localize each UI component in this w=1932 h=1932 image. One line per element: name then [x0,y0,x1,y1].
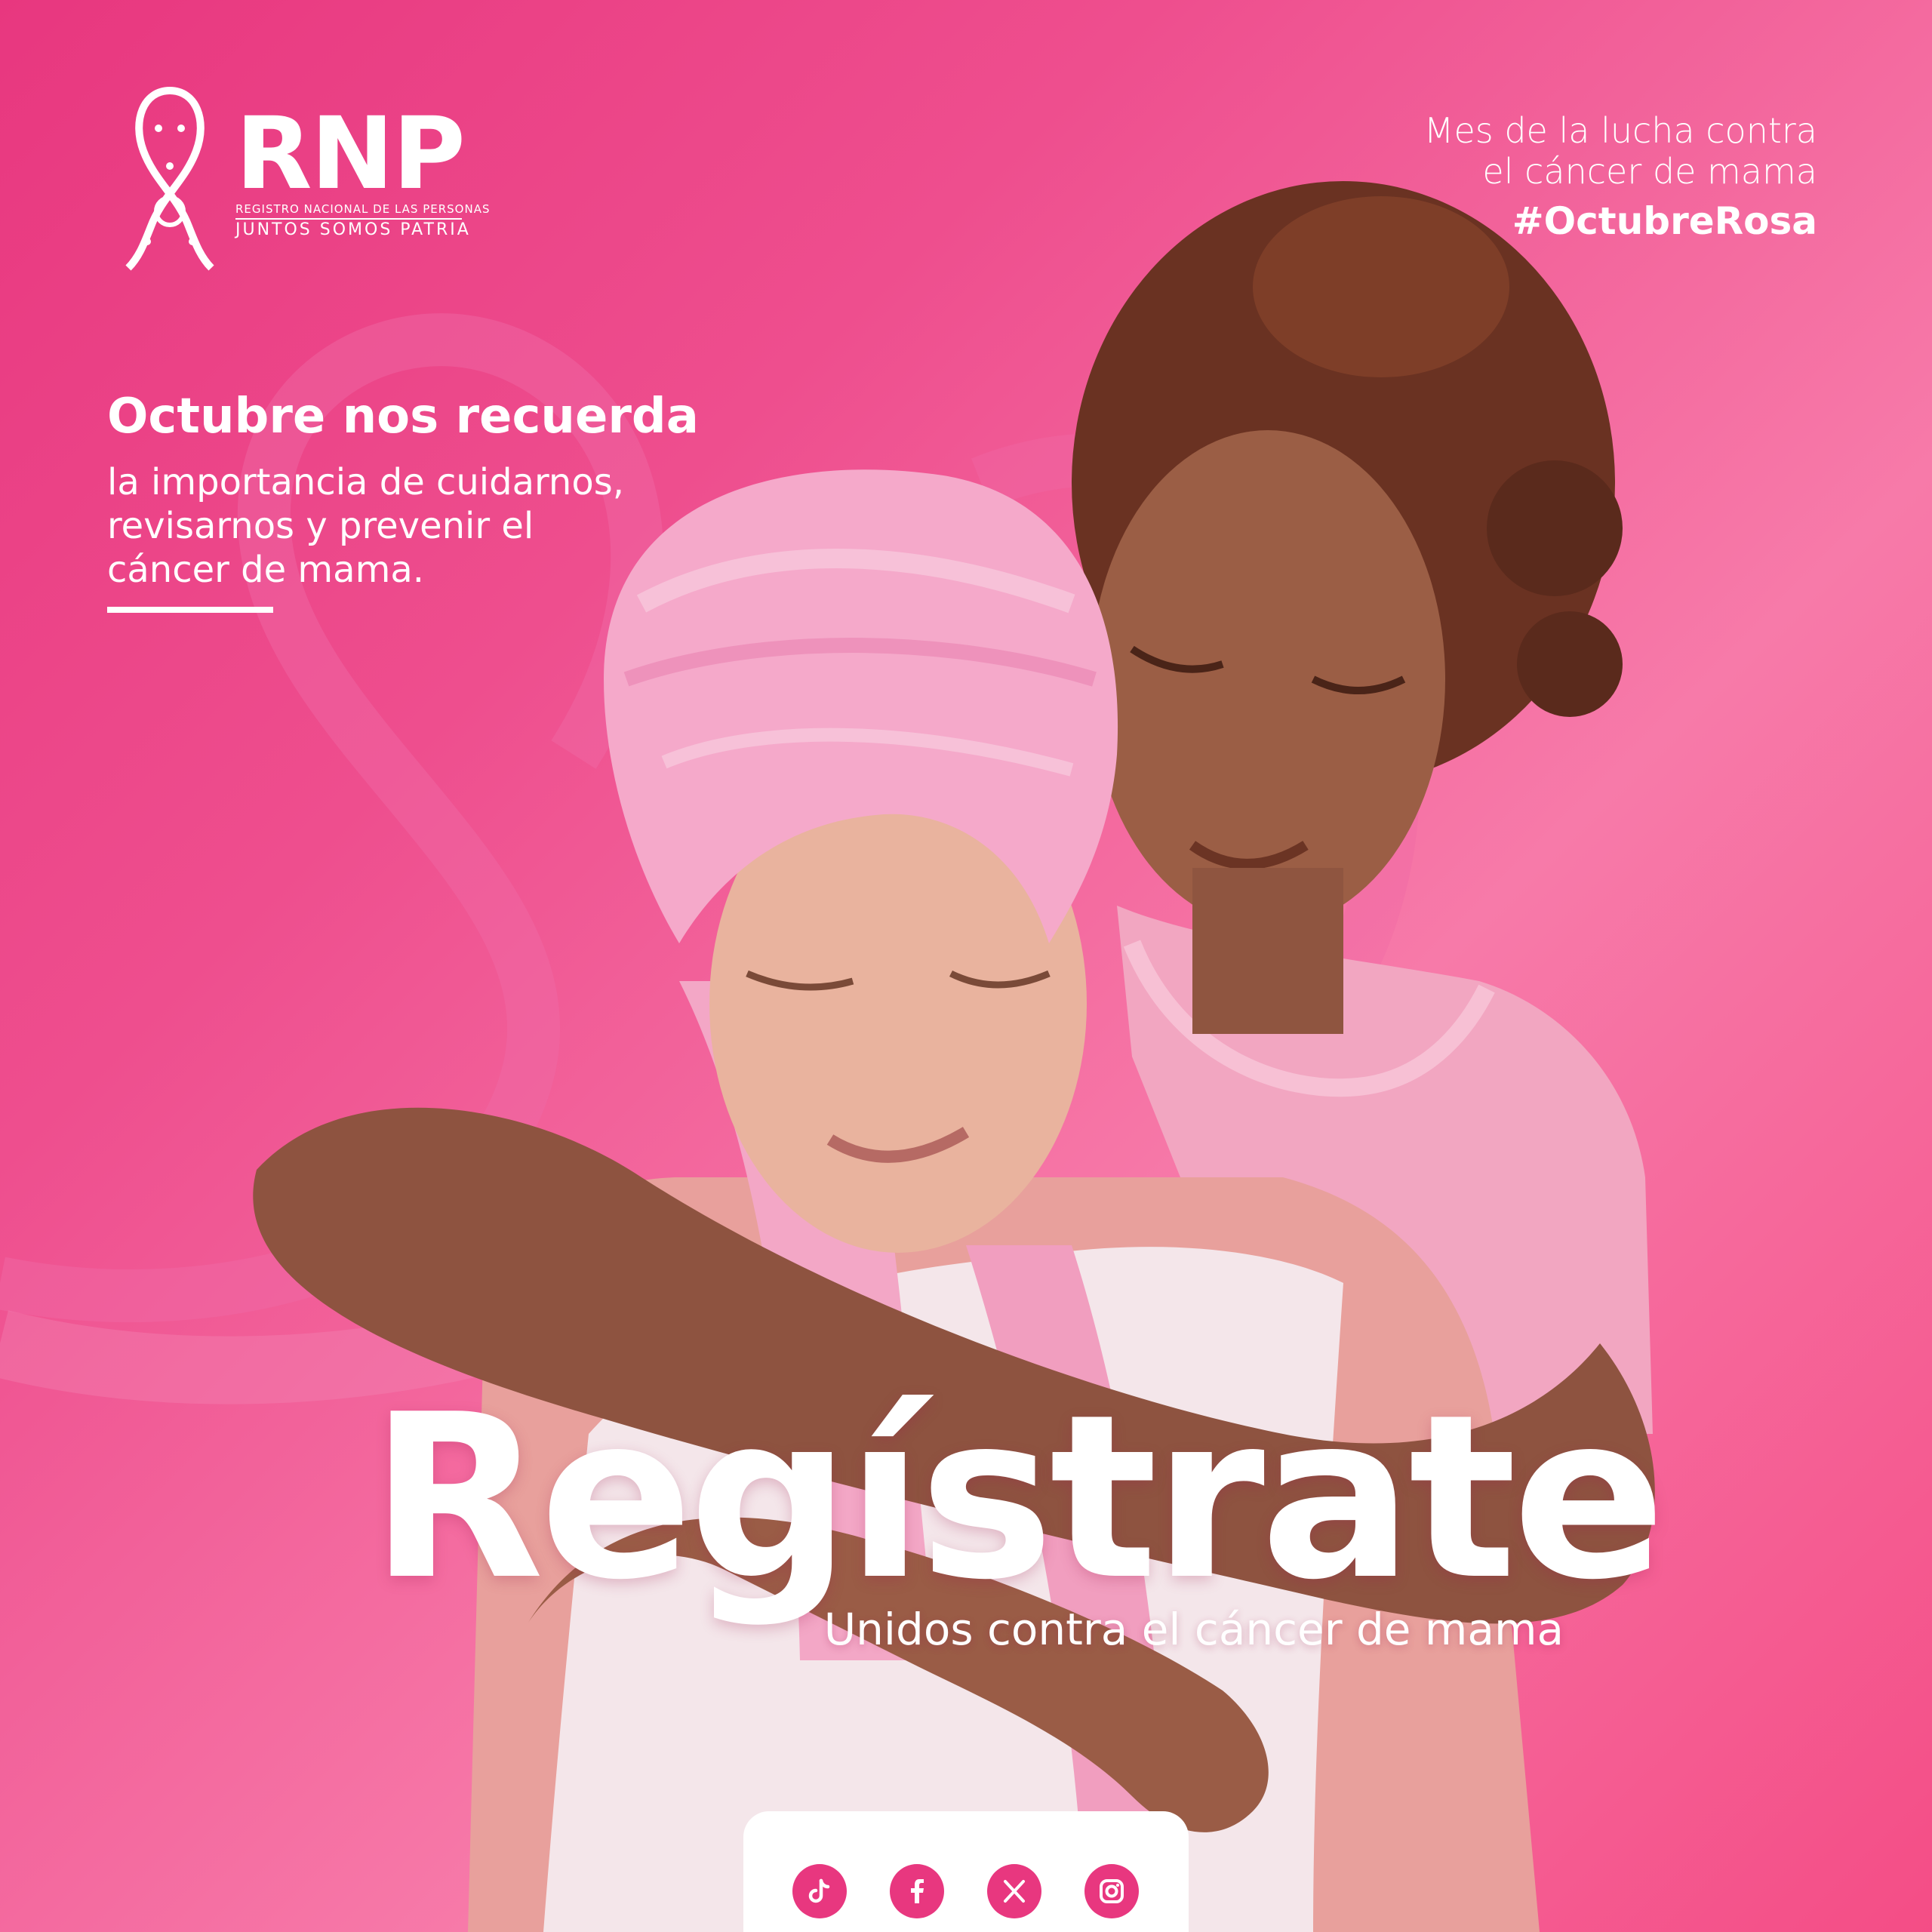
campaign-month-text: Mes de la lucha contra el cáncer de mama [1424,110,1817,192]
reminder-line: revisarnos y prevenir el [107,505,534,547]
x-icon[interactable] [987,1864,1041,1918]
reminder-line: la importancia de cuidarnos, [107,461,624,503]
rnp-logo: RNP REGISTRO NACIONAL DE LAS PERSONAS JU… [113,83,489,279]
poster: RNP REGISTRO NACIONAL DE LAS PERSONAS JU… [0,0,1932,1932]
social-media-bar [743,1811,1189,1932]
campaign-line-1: Mes de la lucha contra [1423,110,1817,151]
instagram-icon[interactable] [1084,1864,1139,1918]
tagline: Unidos contra el cáncer de mama [823,1604,1564,1655]
reminder-underline [107,607,273,613]
reminder-body: la importancia de cuidarnos, revisarnos … [107,460,699,592]
headline-registrate: Regístrate [370,1366,1666,1629]
reminder-message: Octubre nos recuerda la importancia de c… [107,392,699,613]
rnp-wordmark: RNP [235,96,466,212]
facebook-icon[interactable] [890,1864,944,1918]
tiktok-icon[interactable] [792,1864,847,1918]
rnp-slogan: JUNTOS SOMOS PATRIA [235,220,471,239]
rnp-full-name: REGISTRO NACIONAL DE LAS PERSONAS [235,204,489,220]
pink-ribbon-icon [125,87,214,271]
campaign-line-2: el cáncer de mama [1482,151,1817,192]
reminder-title: Octubre nos recuerda [107,389,699,445]
campaign-hashtag: #OctubreRosa [1512,199,1817,243]
reminder-line: cáncer de mama. [107,549,424,591]
